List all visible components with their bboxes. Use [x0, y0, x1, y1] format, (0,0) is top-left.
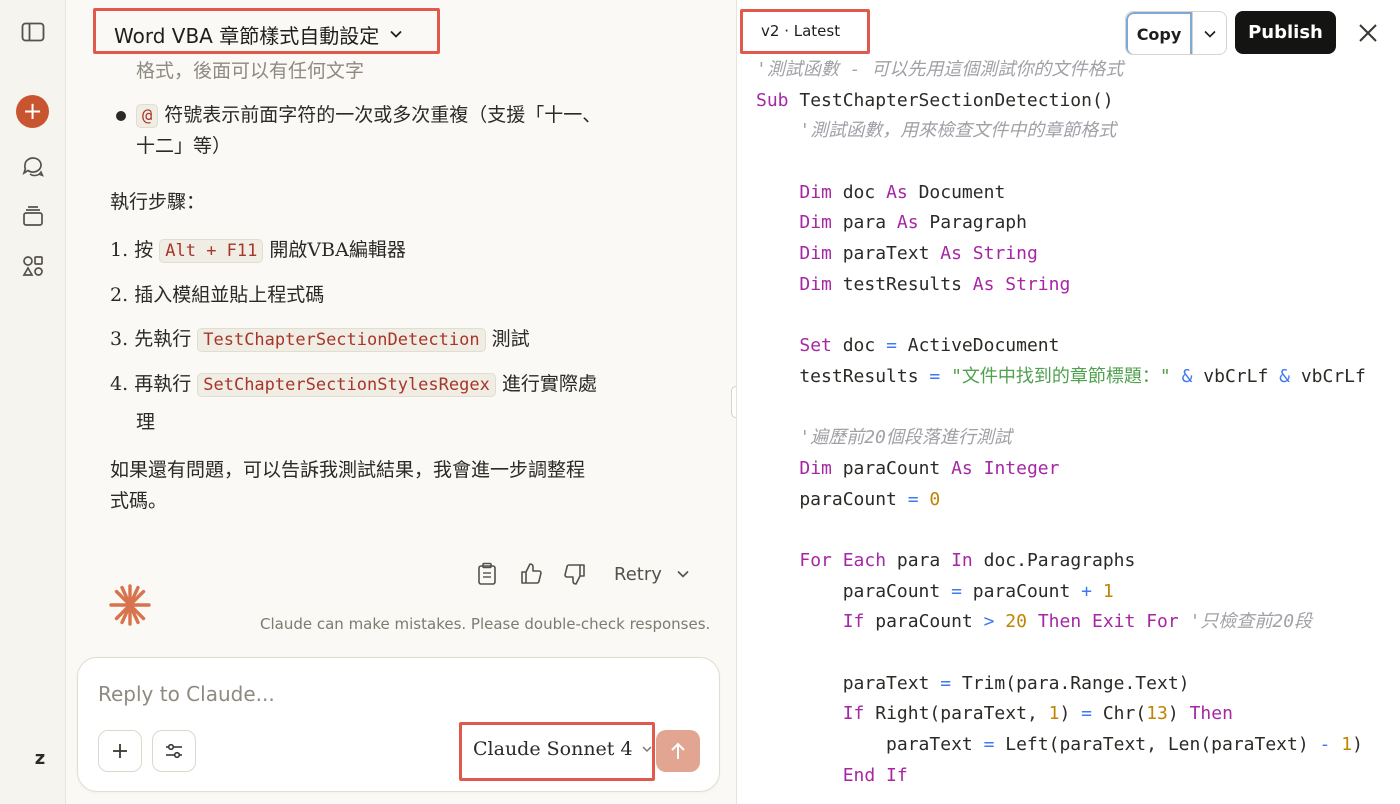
- chevron-down-icon: [1203, 30, 1216, 38]
- bullet-item: @ 符號表示前面字符的一次或多次重複（支援「十一、 十二」等）: [136, 100, 666, 163]
- model-selector[interactable]: Claude Sonnet 4: [473, 738, 653, 760]
- code-line: Sub TestChapterSectionDetection(): [756, 89, 1114, 111]
- step-text: 插入模組並貼上程式碼: [134, 284, 325, 306]
- step-item: 3. 先執行 TestChapterSectionDetection 測試: [110, 324, 670, 355]
- bullet-text-cont: 十二」等）: [136, 135, 232, 158]
- step-text: 開啟VBA編輯器: [269, 239, 406, 261]
- code-line: Set doc = ActiveDocument: [799, 335, 1060, 357]
- closing-text: 如果還有問題，可以告訴我測試結果，我會進一步調整程 式碼。: [110, 455, 670, 518]
- conversation-title-text: Word VBA 章節樣式自動設定: [114, 23, 380, 48]
- sliders-icon: [166, 743, 182, 759]
- version-selector[interactable]: v2 · Latest: [761, 22, 840, 40]
- bullet-dot: [116, 111, 126, 121]
- copy-button[interactable]: Copy: [1126, 12, 1192, 54]
- bullet-text: 符號表示前面字符的一次或多次重複（支援「十一、: [164, 104, 602, 126]
- inline-code: Alt + F11: [159, 239, 264, 263]
- plus-icon: +: [22, 97, 43, 125]
- code-line: Dim paraCount As Integer: [799, 457, 1060, 479]
- retry-button[interactable]: Retry: [614, 564, 690, 585]
- closing-line: 式碼。: [110, 490, 168, 513]
- step-number: 2.: [110, 284, 129, 306]
- new-chat-button[interactable]: +: [16, 95, 49, 128]
- thumbs-down-icon: [564, 564, 585, 585]
- code-line: If Right(paraText, 1) = Chr(13) Then: [842, 703, 1233, 725]
- step-text: 按: [134, 239, 154, 261]
- code-line: '遍歷前20個段落進行測試: [799, 427, 1012, 449]
- user-avatar[interactable]: z: [24, 742, 56, 774]
- close-icon[interactable]: [1355, 20, 1381, 46]
- clipboard-icon: [478, 562, 496, 585]
- chevron-down-icon: [677, 570, 689, 578]
- step-item: 2. 插入模組並貼上程式碼: [110, 280, 670, 311]
- code-line: testResults = "文件中找到的章節標題：" & vbCrLf & v…: [756, 365, 1366, 387]
- closing-line: 如果還有問題，可以告訴我測試結果，我會進一步調整程: [110, 459, 586, 481]
- inline-code: TestChapterSectionDetection: [197, 328, 486, 352]
- code-line: paraText = Trim(para.Range.Text): [756, 672, 1190, 694]
- message-actions: Retry: [474, 556, 690, 592]
- add-attachment-button[interactable]: [98, 730, 142, 772]
- code-view[interactable]: '測試函數 - 可以先用這個測試你的文件格式 Sub TestChapterSec…: [756, 55, 1400, 804]
- step-item-cont: 理: [136, 411, 156, 433]
- claude-spark-icon: [109, 584, 151, 626]
- step-text: 再執行: [134, 373, 192, 395]
- code-line: For Each para In doc.Paragraphs: [799, 550, 1136, 571]
- step-text: 先執行: [134, 328, 192, 350]
- retry-label: Retry: [614, 563, 662, 585]
- code-line: Dim paraText As String: [799, 243, 1038, 265]
- thumbs-down-button[interactable]: [562, 561, 588, 587]
- chat-panel: Word VBA 章節樣式自動設定 格式，後面可以有任何文字 @ 符號表示前面字…: [66, 0, 736, 804]
- arrow-up-icon: [671, 742, 685, 759]
- steps-heading: 執行步驟：: [110, 191, 206, 213]
- code-line: Dim para As Paragraph: [799, 212, 1027, 234]
- code-line: Dim testResults As String: [799, 273, 1071, 295]
- disclaimer-text: Claude can make mistakes. Please double-…: [260, 615, 711, 633]
- step-text: 進行實際處: [501, 373, 597, 395]
- copy-button-group: Copy: [1125, 11, 1227, 55]
- code-line: paraCount = 0: [756, 488, 941, 510]
- model-name: Claude Sonnet 4: [473, 738, 633, 760]
- step-number: 4.: [110, 373, 129, 395]
- chevron-down-icon: [390, 30, 402, 38]
- chevron-down-icon: [642, 746, 652, 753]
- publish-button[interactable]: Publish: [1235, 11, 1336, 54]
- chats-icon[interactable]: [17, 150, 49, 182]
- sidebar-toggle-icon[interactable]: [17, 16, 49, 48]
- artifacts-icon[interactable]: [17, 250, 49, 282]
- inline-code: @: [136, 104, 159, 128]
- code-line: paraCount = paraCount + 1: [756, 580, 1114, 602]
- send-button[interactable]: [656, 730, 700, 772]
- sidebar-rail: + z: [0, 0, 66, 804]
- reply-input[interactable]: Reply to Claude...: [98, 682, 275, 706]
- message-fragment: 格式，後面可以有任何文字: [136, 60, 365, 82]
- thumbs-up-button[interactable]: [518, 561, 544, 587]
- plus-icon: [113, 744, 127, 758]
- thumbs-up-icon: [521, 563, 542, 584]
- step-text: 測試: [491, 328, 530, 350]
- code-line: Dim doc As Document: [799, 181, 1006, 203]
- copy-message-button[interactable]: [474, 561, 500, 587]
- code-line: paraText = Left(paraText, Len(paraText) …: [756, 734, 1363, 756]
- step-number: 1.: [110, 239, 129, 261]
- conversation-title[interactable]: Word VBA 章節樣式自動設定: [114, 18, 403, 50]
- reply-composer: Reply to Claude... Claude Sonnet 4: [77, 657, 720, 792]
- code-line: '測試函數，用來檢查文件中的章節格式: [799, 120, 1117, 142]
- step-item: 1. 按 Alt + F11 開啟VBA編輯器: [110, 235, 670, 266]
- code-line: End If: [842, 764, 908, 786]
- step-item: 4. 再執行 SetChapterSectionStylesRegex 進行實際…: [110, 369, 670, 400]
- tools-button[interactable]: [152, 730, 196, 772]
- copy-options-button[interactable]: [1192, 12, 1226, 54]
- code-line: If paraCount > 20 Then Exit For '只檢查前20段: [842, 611, 1313, 633]
- step-number: 3.: [110, 328, 129, 350]
- artifact-panel: v2 · Latest Copy Publish '測試函數 - 可以先用這個測…: [736, 0, 1400, 804]
- projects-icon[interactable]: [17, 200, 49, 232]
- inline-code: SetChapterSectionStylesRegex: [197, 373, 496, 397]
- code-line: '測試函數 - 可以先用這個測試你的文件格式: [756, 59, 1124, 80]
